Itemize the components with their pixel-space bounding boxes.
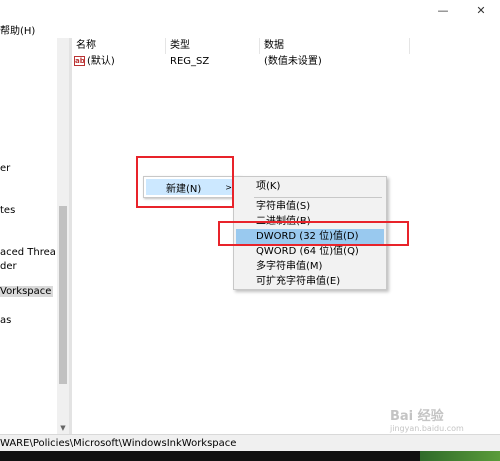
tree-item[interactable]: aced Threat P	[0, 247, 56, 258]
watermark: Bai 经验 jingyan.baidu.com	[390, 409, 464, 433]
column-header-name[interactable]: 名称	[72, 38, 166, 54]
annotation-box-new	[136, 156, 234, 208]
menu-item-multi-string-value[interactable]: 多字符串值(M)	[236, 259, 384, 274]
registry-tree: er tes aced Threat P der Vorkspace as	[0, 38, 56, 434]
tree-item[interactable]: der	[0, 261, 17, 272]
taskbar	[0, 451, 500, 461]
value-name: (默认)	[87, 56, 115, 67]
close-button[interactable]: ✕	[462, 0, 500, 20]
menu-item-expand-string-value[interactable]: 可扩充字符串值(E)	[236, 274, 384, 289]
menu-bar: 帮助(H)	[0, 20, 500, 38]
menu-item-key[interactable]: 项(K)	[236, 179, 384, 194]
column-header-type[interactable]: 类型	[166, 38, 260, 54]
value-type: REG_SZ	[170, 56, 210, 67]
tree-scroll-thumb[interactable]	[59, 206, 67, 384]
tree-item[interactable]: tes	[0, 205, 15, 216]
menu-item-string-value[interactable]: 字符串值(S)	[236, 199, 384, 214]
scroll-down-icon[interactable]: ▼	[57, 422, 69, 434]
tree-item[interactable]: er	[0, 163, 10, 174]
tree-item[interactable]: as	[0, 315, 11, 326]
tree-item-selected[interactable]: Vorkspace	[0, 286, 54, 297]
value-data: (数值未设置)	[264, 56, 322, 67]
window-controls: — ✕	[424, 0, 500, 20]
string-value-icon: ab	[74, 56, 85, 66]
title-bar: — ✕	[0, 0, 500, 20]
tree-scrollbar[interactable]: ▼	[57, 38, 69, 434]
menu-help[interactable]: 帮助(H)	[0, 22, 35, 37]
value-row-name[interactable]: ab (默认)	[74, 55, 166, 69]
column-header-data[interactable]: 数据	[260, 38, 410, 54]
taskbar-wallpaper-strip	[420, 451, 500, 461]
annotation-box-dword	[218, 221, 409, 246]
menu-separator	[254, 197, 382, 198]
minimize-button[interactable]: —	[424, 0, 462, 20]
menu-item-qword-value[interactable]: QWORD (64 位)值(Q)	[236, 244, 384, 259]
